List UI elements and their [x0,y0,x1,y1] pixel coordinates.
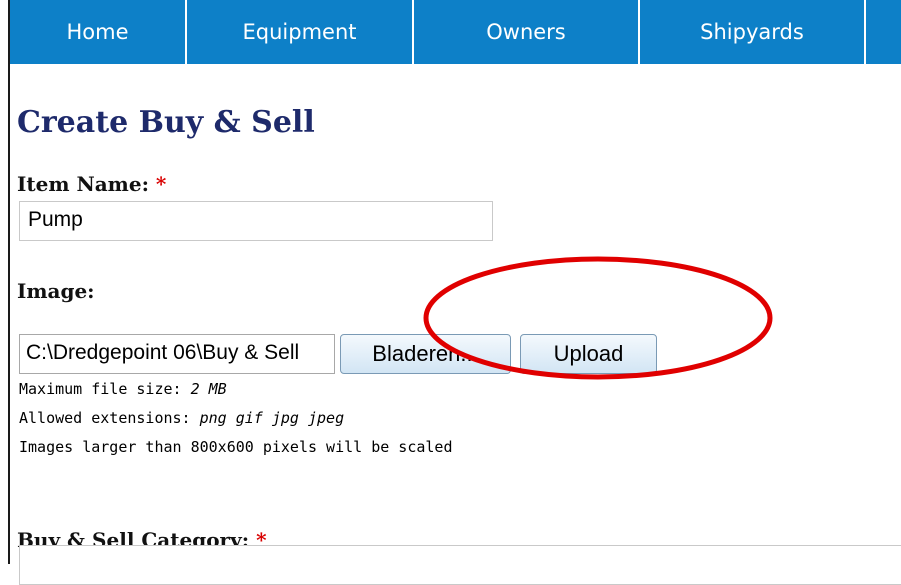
allowed-extensions-note: Allowed extensions: png gif jpg jpeg [19,409,344,427]
item-name-label-text: Item Name: [17,172,149,196]
browse-button[interactable]: Bladeren... [340,334,511,374]
allowed-extensions-value: png gif jpg jpeg [199,409,345,427]
max-file-size-prefix: Maximum file size: [19,380,191,398]
image-file-path-input[interactable]: C:\Dredgepoint 06\Buy & Sell [19,334,335,374]
upload-button[interactable]: Upload [520,334,657,374]
category-select[interactable] [19,545,901,585]
nav-item-shipyards[interactable]: Shipyards [640,0,866,64]
nav-item-more[interactable] [866,0,901,64]
item-name-label: Item Name: * [17,172,166,196]
left-page-border [8,0,10,564]
allowed-extensions-prefix: Allowed extensions: [19,409,200,427]
nav-item-equipment[interactable]: Equipment [187,0,414,64]
top-navigation-bar: Home Equipment Owners Shipyards [10,0,901,64]
nav-item-home[interactable]: Home [10,0,187,64]
required-marker: * [155,172,167,196]
image-scale-note: Images larger than 800x600 pixels will b… [19,438,453,456]
page-title: Create Buy & Sell [17,105,315,140]
max-file-size-value: 2 MB [190,380,227,398]
nav-item-owners[interactable]: Owners [414,0,640,64]
item-name-input[interactable]: Pump [19,201,493,241]
max-file-size-note: Maximum file size: 2 MB [19,380,227,398]
image-label: Image: [17,279,95,303]
red-highlight-ellipse [423,256,773,380]
